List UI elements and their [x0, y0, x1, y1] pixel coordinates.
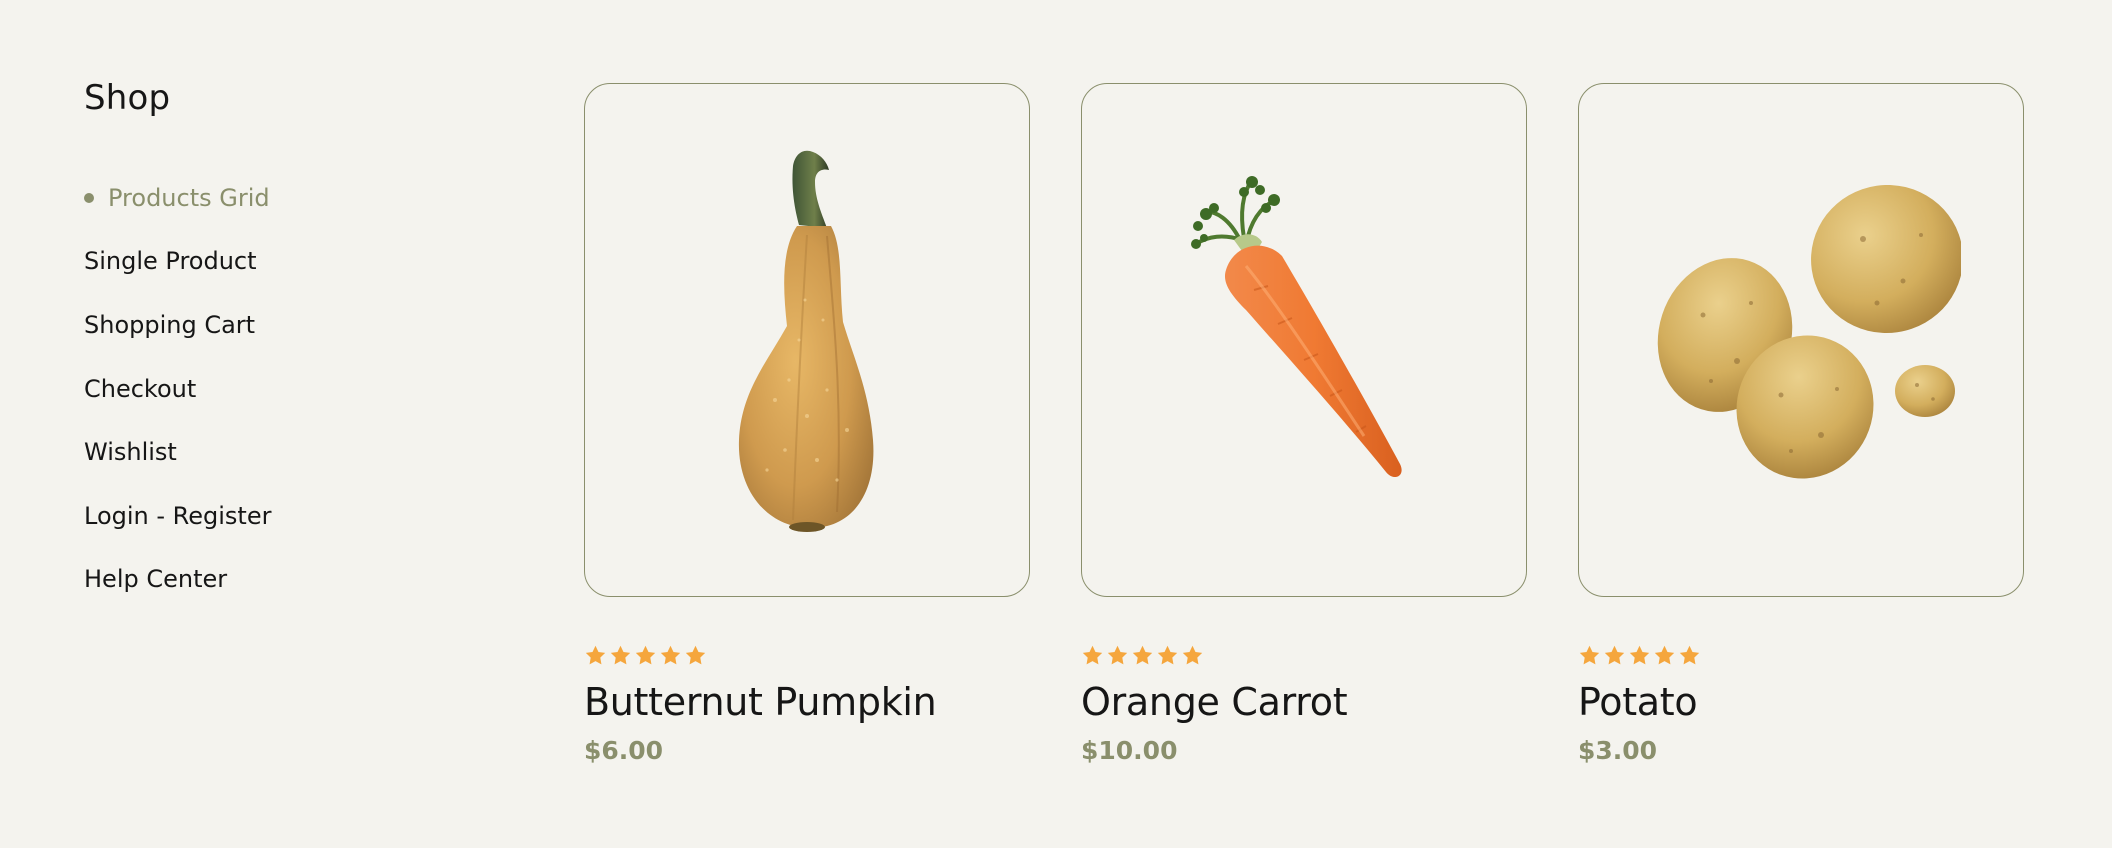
star-icon: [1629, 645, 1650, 665]
sidebar-item-label[interactable]: Shopping Cart: [84, 311, 255, 339]
sidebar-item-label[interactable]: Wishlist: [84, 438, 177, 466]
star-icon: [685, 645, 706, 665]
sidebar-item-label[interactable]: Login - Register: [84, 502, 271, 530]
sidebar-item-label[interactable]: Products Grid: [108, 184, 270, 212]
products-grid: Butternut Pumpkin $6.00 Orange Carrot $1…: [584, 83, 2024, 768]
sidebar-item-products-grid[interactable]: Products Grid: [84, 166, 384, 230]
product-title[interactable]: Butternut Pumpkin: [584, 678, 1030, 726]
shop-menu: Products Grid Single Product Shopping Ca…: [84, 166, 384, 611]
product-price: $6.00: [584, 736, 664, 765]
sidebar-item-label[interactable]: Checkout: [84, 375, 196, 403]
product-card[interactable]: Orange Carrot $10.00: [1081, 83, 1527, 768]
product-title[interactable]: Potato: [1578, 678, 2024, 726]
sidebar-item-checkout[interactable]: Checkout: [84, 357, 384, 421]
star-rating: [1081, 644, 1527, 668]
star-icon: [610, 645, 631, 665]
star-rating: [1578, 644, 2024, 668]
star-icon: [1157, 645, 1178, 665]
star-icon: [1182, 645, 1203, 665]
star-icon: [1107, 645, 1128, 665]
product-image-frame[interactable]: [1081, 83, 1527, 597]
product-card[interactable]: Butternut Pumpkin $6.00: [584, 83, 1030, 768]
product-image-frame[interactable]: [1578, 83, 2024, 597]
product-price: $3.00: [1578, 736, 1658, 765]
star-icon: [635, 645, 656, 665]
star-icon: [660, 645, 681, 665]
potatoes-image: [1657, 185, 1961, 479]
star-icon: [1679, 645, 1700, 665]
product-price: $10.00: [1081, 736, 1178, 765]
product-image-frame[interactable]: [584, 83, 1030, 597]
product-title[interactable]: Orange Carrot: [1081, 678, 1527, 726]
sidebar-item-single-product[interactable]: Single Product: [84, 230, 384, 294]
sidebar-item-wishlist[interactable]: Wishlist: [84, 420, 384, 484]
sidebar-item-help-center[interactable]: Help Center: [84, 548, 384, 612]
butternut-pumpkin-image: [738, 150, 874, 532]
product-card[interactable]: Potato $3.00: [1578, 83, 2024, 768]
star-icon: [1654, 645, 1675, 665]
star-icon: [1082, 645, 1103, 665]
sidebar-item-shopping-cart[interactable]: Shopping Cart: [84, 293, 384, 357]
sidebar-title: Shop: [84, 78, 171, 118]
star-icon: [1579, 645, 1600, 665]
star-icon: [1604, 645, 1625, 665]
sidebar-item-label[interactable]: Single Product: [84, 247, 257, 275]
star-rating: [584, 644, 1030, 668]
sidebar-item-label[interactable]: Help Center: [84, 565, 227, 593]
star-icon: [1132, 645, 1153, 665]
star-icon: [585, 645, 606, 665]
sidebar-item-login-register[interactable]: Login - Register: [84, 484, 384, 548]
shop-sidebar: Shop Products Grid Single Product Shoppi…: [84, 74, 271, 593]
carrot-image: [1191, 176, 1402, 478]
